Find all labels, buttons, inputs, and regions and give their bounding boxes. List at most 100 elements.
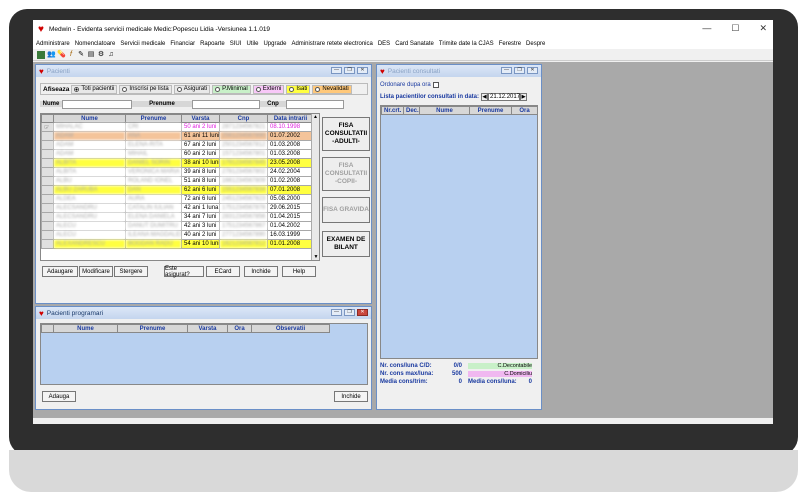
prenume-search-input[interactable] (192, 99, 260, 109)
function-icon[interactable]: f (67, 51, 75, 59)
bell-icon[interactable]: ♫ (107, 51, 115, 59)
book-icon[interactable]: ▤ (87, 51, 95, 59)
menu-administrare[interactable]: Administrare (36, 41, 70, 47)
table-row[interactable]: ALECSANDRU CATALIN IULIAN 42 ani 1 luna 175… (41, 203, 314, 213)
restore-icon[interactable]: ❐ (344, 309, 355, 316)
fisa-consultatii-adulti-button[interactable]: FISA CONSULTATII -ADULTI- (322, 117, 370, 151)
col-ora[interactable]: Ora (227, 324, 252, 333)
scroll-up-icon[interactable]: ▲ (312, 114, 319, 120)
heart-icon: ♥ (38, 23, 44, 35)
scroll-down-icon[interactable]: ▼ (312, 254, 319, 260)
menu-card-sanatate[interactable]: Card Sanatate (395, 41, 434, 47)
col-ora[interactable]: Ora (511, 106, 538, 115)
stergere-button[interactable]: Stergere (114, 266, 148, 277)
restore-icon[interactable]: ❐ (514, 67, 525, 74)
filter-externi[interactable]: Externi (252, 84, 285, 94)
patients-scrollbar[interactable]: ▲ ▼ (311, 114, 319, 260)
menu-utile[interactable]: Utile (246, 41, 258, 47)
col-prenume[interactable]: Prenume (125, 114, 182, 123)
programari-table-container: Nume Prenume Varsta Ora Observatii (40, 323, 368, 385)
filter-p-minimal[interactable]: P.Minimal (212, 84, 251, 94)
table-row[interactable]: ALBU ZARUBA DAN 62 ani 6 luni 1551234567834… (41, 185, 314, 195)
menu-des[interactable]: DES (378, 41, 390, 47)
close-icon[interactable]: ✕ (357, 309, 368, 316)
col-nume[interactable]: Nume (53, 324, 118, 333)
pills-icon[interactable]: 💊 (57, 51, 66, 59)
menu-servicii-medicale[interactable]: Servicii medicale (120, 41, 165, 47)
filter-nevalidati[interactable]: Nevalidati (312, 84, 352, 94)
minimize-icon[interactable]: — (331, 309, 342, 316)
col-prenume[interactable]: Prenume (117, 324, 188, 333)
cell-prenume: CATALIN IULIAN (125, 203, 182, 213)
minimize-button[interactable]: — (702, 23, 711, 34)
table-row[interactable]: ALEXANDRESCU BOGDAN RADU 54 ani 10 luni 162… (41, 239, 314, 249)
ecard-button[interactable]: ECard (206, 266, 240, 277)
nume-search-input[interactable] (62, 99, 132, 109)
table-row[interactable]: ADAM MIHAIL 60 ani 2 luni 1571234567801 01.0… (41, 149, 314, 159)
close-button[interactable]: ✕ (759, 23, 767, 34)
col-cnp[interactable]: Cnp (219, 114, 268, 123)
table-row[interactable]: ALECUILEANA MAGDALENA40 ani 2 luni277123… (41, 230, 314, 240)
menu-rapoarte[interactable]: Rapoarte (200, 41, 225, 47)
close-icon[interactable]: ✕ (527, 67, 538, 74)
table-row[interactable]: ALBU ROLAND IONEL 51 ani 8 luni 16612345678… (41, 176, 314, 186)
people-icon[interactable]: 👥 (47, 51, 56, 59)
table-row[interactable]: ADAM ELENA-RITA 67 ani 2 luni 2501234567812… (41, 140, 314, 150)
menu-financiar[interactable]: Financiar (170, 41, 195, 47)
table-row[interactable]: ALBITA VERONICA MARIA 39 ani 8 luni 2781234… (41, 167, 314, 177)
close-icon[interactable]: ✕ (357, 67, 368, 74)
cell-varsta: 62 ani 6 luni (181, 185, 220, 195)
menu-upgrade[interactable]: Upgrade (263, 41, 286, 47)
prev-date-icon[interactable]: ◀ (481, 93, 489, 101)
minimize-icon[interactable]: — (501, 67, 512, 74)
programari-inchide-button[interactable]: Inchide (334, 391, 368, 402)
filter-toti-pacientii[interactable]: Toti pacientii (71, 84, 118, 94)
filter-inscrisi-pe-lista[interactable]: Inscrisi pe lista (119, 84, 172, 94)
menu-despre[interactable]: Despre (526, 41, 545, 47)
minimize-icon[interactable]: — (331, 67, 342, 74)
stat-cons-max-label: Nr. cons max/luna: (380, 371, 434, 377)
fisa-consultatii-copii-button[interactable]: FISA CONSULTATII -COPII- (322, 157, 370, 191)
col-nr-crt[interactable]: Nr.crt. (381, 106, 404, 115)
calculator-icon[interactable] (37, 50, 45, 59)
col-observatii[interactable]: Observatii (251, 324, 330, 333)
next-date-icon[interactable]: ▶ (520, 93, 528, 101)
restore-icon[interactable]: ❐ (344, 67, 355, 74)
pen-icon[interactable]: ✎ (77, 51, 85, 59)
col-nume[interactable]: Nume (419, 106, 470, 115)
cnp-search-input[interactable] (286, 99, 344, 109)
cell-varsta: 51 ani 8 luni (181, 176, 220, 186)
table-row[interactable]: ALDEA AURA 72 ani 6 luni 2451234567823 05.08… (41, 194, 314, 204)
adaugare-button[interactable]: Adaugare (42, 266, 78, 277)
col-varsta[interactable]: Varsta (187, 324, 228, 333)
maximize-button[interactable]: ☐ (731, 23, 739, 34)
cell-data-intrarii: 01.03.2008 (267, 140, 314, 150)
date-input[interactable]: 21.12.2017 (488, 93, 520, 101)
filter-asigurati[interactable]: Asigurati (173, 84, 211, 94)
help-button[interactable]: Help (282, 266, 316, 277)
table-row[interactable]: ALECSANDRU ELENA DANIELA 34 ani 7 luni 2831… (41, 212, 314, 222)
col-prenume[interactable]: Prenume (469, 106, 512, 115)
ordonare-checkbox[interactable] (432, 82, 439, 88)
filter-isati[interactable]: Isati (286, 84, 311, 94)
table-row[interactable]: ☞ MIHALAC CRI 50 ani 2 luni 2871234567821 08.… (41, 122, 314, 132)
este-asigurat-button[interactable]: Este asigurat? (164, 266, 204, 278)
table-row[interactable]: ADAM ANA 61 ani 11 luni 2561234567890 01.07.… (41, 131, 314, 141)
fisa-gravida-button[interactable]: FISA GRAVIDA (322, 197, 370, 223)
modificare-button[interactable]: Modificare (79, 266, 113, 277)
menu-retete[interactable]: Administrare retete electronica (291, 41, 372, 47)
menu-siui[interactable]: SIUI (230, 41, 242, 47)
menu-nomenclatoare[interactable]: Nomenclatoare (75, 41, 116, 47)
col-data-intrarii[interactable]: Data intrarii (267, 114, 314, 123)
tools-icon[interactable]: ⚙ (97, 51, 105, 59)
col-nume[interactable]: Nume (53, 114, 126, 123)
table-row[interactable]: ALBITA DANIEL SORIN 38 ani 10 luni 17912345… (41, 158, 314, 168)
table-row[interactable]: ALECU DANUT DUMITRU 42 ani 3 luni 175123456… (41, 221, 314, 231)
inchide-button[interactable]: Inchide (244, 266, 278, 277)
col-dec[interactable]: Dec. (403, 106, 420, 115)
menu-ferestre[interactable]: Ferestre (499, 41, 521, 47)
examen-bilant-button[interactable]: EXAMEN DE BILANT (322, 231, 370, 257)
col-varsta[interactable]: Varsta (181, 114, 220, 123)
adauga-button[interactable]: Adauga (42, 391, 76, 402)
menu-trimite-date[interactable]: Trimite date la CJAS (439, 41, 494, 47)
